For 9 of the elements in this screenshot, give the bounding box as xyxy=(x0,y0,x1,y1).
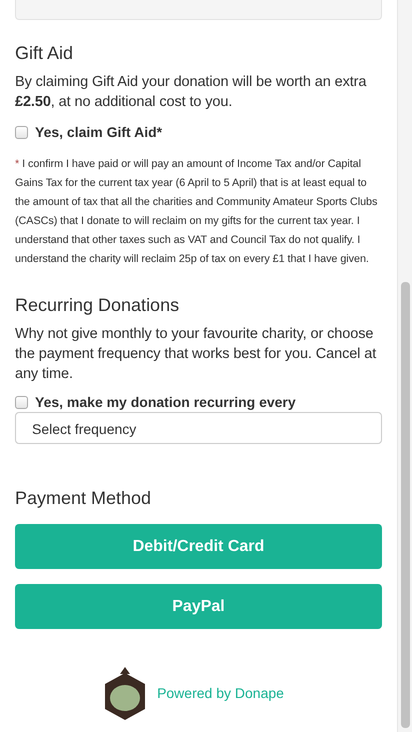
section-heading: Gift Aid xyxy=(15,42,74,64)
frequency-select[interactable]: Select frequency xyxy=(15,412,382,444)
gift-aid-description: By claiming Gift Aid your donation will be worth an extra £2.50, at no additional cost to you. xyxy=(15,73,368,112)
recurring-description: Why not give monthly to your favourite charity, or choose the payment frequency that works best for you. Cancel at any time. xyxy=(15,325,378,384)
declaration-text: * I confirm I have paid or will pay an amount of Income Tax and/or Capital Gains Tax for the current tax year (6 April to 5 April) that is at least equal to the amount of tax that all the charities and Community Amateur Sports Clubs (CASCs) that I donate to will reclaim on my gifts for the current tax year. I understand that other taxes such as VAT and Council Tax do not qualify. I understand the charity will reclaim 25p of tax on every £1 that I have given. xyxy=(15,157,378,267)
checkbox-label[interactable]: Yes, claim Gift Aid* xyxy=(35,124,162,140)
section-heading: Recurring Donations xyxy=(15,294,180,316)
section-heading: Payment Method xyxy=(15,487,152,509)
checkbox-label[interactable]: Yes, make my donation recurring every xyxy=(35,394,296,410)
